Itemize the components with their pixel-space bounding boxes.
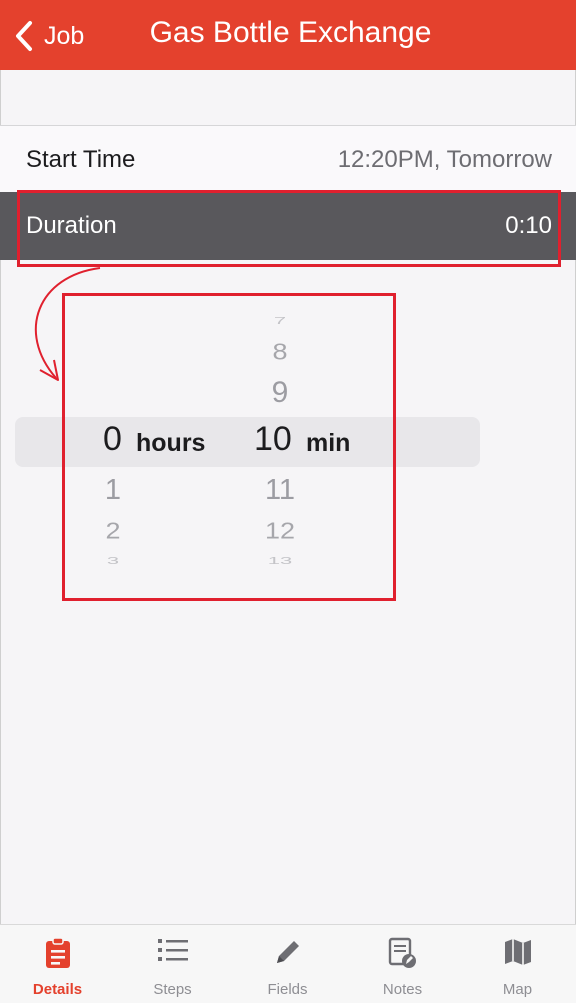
picker-minute-option[interactable]: 8 — [250, 339, 310, 365]
clipboard-icon — [45, 937, 70, 968]
picker-hour-option[interactable]: 1 — [90, 474, 136, 507]
tab-fields[interactable]: Fields — [230, 925, 345, 1003]
picker-minute-option[interactable]: 12 — [250, 518, 310, 544]
nav-bar: Job Gas Bottle Exchange — [0, 0, 576, 70]
picker-minute-option[interactable]: 11 — [250, 474, 310, 507]
tab-map-label: Map — [502, 981, 533, 998]
picker-minute-option[interactable]: 13 — [250, 555, 310, 567]
picker-hours-unit: hours — [136, 429, 206, 457]
picker-minutes-unit: min — [306, 429, 351, 457]
tab-bar: Details Steps Fields Notes Map — [0, 924, 576, 1003]
map-icon — [504, 939, 531, 965]
duration-row[interactable]: Duration 0:10 — [0, 192, 576, 260]
tab-details[interactable]: Details — [0, 925, 115, 1003]
curved-arrow-icon — [34, 267, 101, 381]
start-time-value: 12:20PM, Tomorrow — [337, 145, 552, 173]
list-icon — [157, 939, 188, 961]
picker-hour-option[interactable]: 3 — [90, 555, 136, 567]
tab-details-label: Details — [32, 981, 83, 998]
start-time-row[interactable]: Start Time 12:20PM, Tomorrow — [0, 125, 576, 193]
duration-value: 0:10 — [505, 212, 552, 239]
pencil-icon — [276, 941, 299, 963]
tab-notes[interactable]: Notes — [345, 925, 460, 1003]
page-title: Gas Bottle Exchange — [149, 16, 432, 49]
picker-minutes-selected[interactable]: 10 — [254, 420, 292, 459]
tab-steps[interactable]: Steps — [115, 925, 230, 1003]
picker-minute-option[interactable]: 9 — [250, 376, 310, 410]
tab-fields-label: Fields — [267, 981, 308, 998]
start-time-label: Start Time — [26, 145, 136, 173]
tab-steps-label: Steps — [153, 981, 192, 998]
tab-map[interactable]: Map — [460, 925, 575, 1003]
picker-hour-option[interactable]: 2 — [90, 518, 136, 544]
notes-icon — [388, 937, 416, 968]
duration-label: Duration — [26, 212, 117, 239]
tab-notes-label: Notes — [382, 981, 423, 998]
picker-selection-band — [15, 417, 480, 467]
picker-hours-selected[interactable]: 0 — [103, 420, 122, 459]
picker-minute-option[interactable]: 7 — [250, 315, 310, 327]
